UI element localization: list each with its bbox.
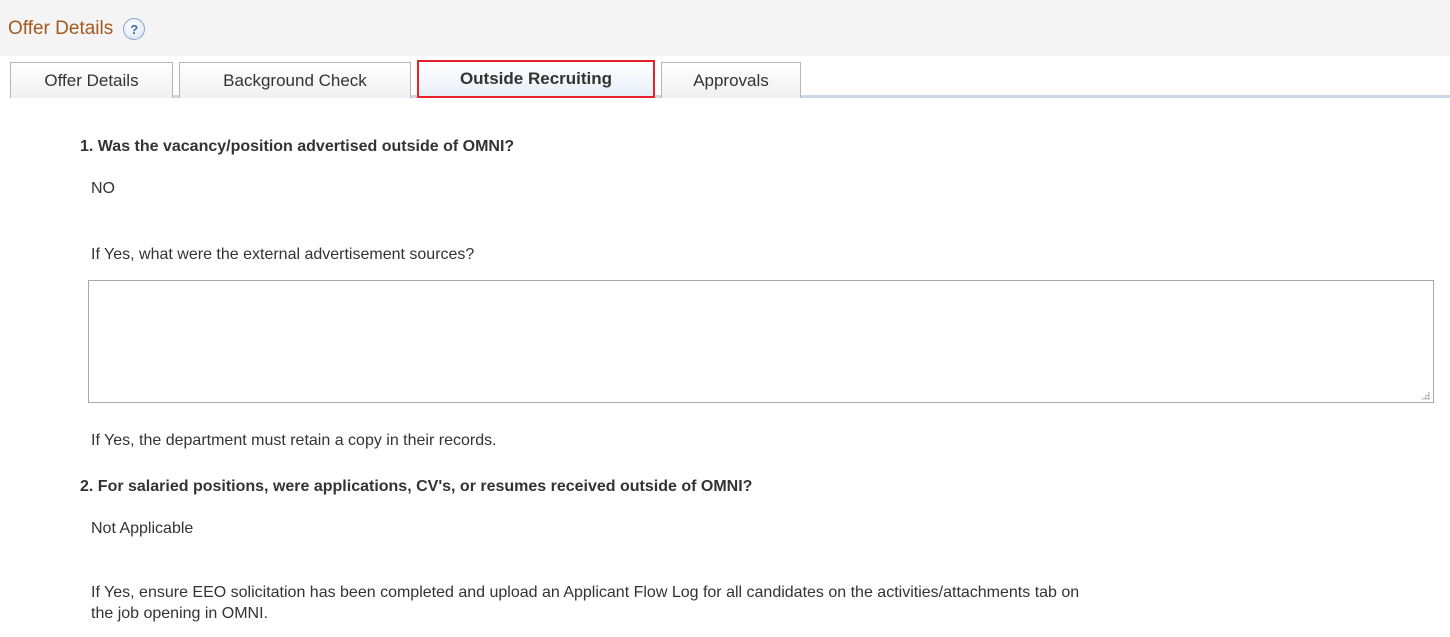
page-header xyxy=(0,0,1450,56)
tab-approvals[interactable]: Approvals xyxy=(661,62,801,98)
question-applications-outside: 2. For salaried positions, were applicat… xyxy=(80,478,753,495)
question-advertised-outside: 1. Was the vacancy/position advertised o… xyxy=(80,138,515,155)
eeo-solicitation-note: If Yes, ensure EEO solicitation has been… xyxy=(91,584,1080,622)
sources-field-label: If Yes, what were the external advertise… xyxy=(91,246,475,263)
page-title: Offer Details ? xyxy=(8,18,146,40)
external-sources-textarea[interactable] xyxy=(88,280,1434,403)
retain-copy-note: If Yes, the department must retain a cop… xyxy=(91,432,497,449)
tab-background-check[interactable]: Background Check xyxy=(179,62,411,98)
tab-outside-recruiting[interactable]: Outside Recruiting xyxy=(417,60,655,98)
help-question-icon[interactable]: ? xyxy=(123,18,146,40)
page-title-text: Offer Details xyxy=(8,18,114,39)
tab-offer-details[interactable]: Offer Details xyxy=(10,62,173,98)
answer-applications-outside: Not Applicable xyxy=(91,520,194,537)
tab-strip: Offer Details Background Check Outside R… xyxy=(10,58,807,98)
answer-advertised-outside: NO xyxy=(91,180,115,197)
